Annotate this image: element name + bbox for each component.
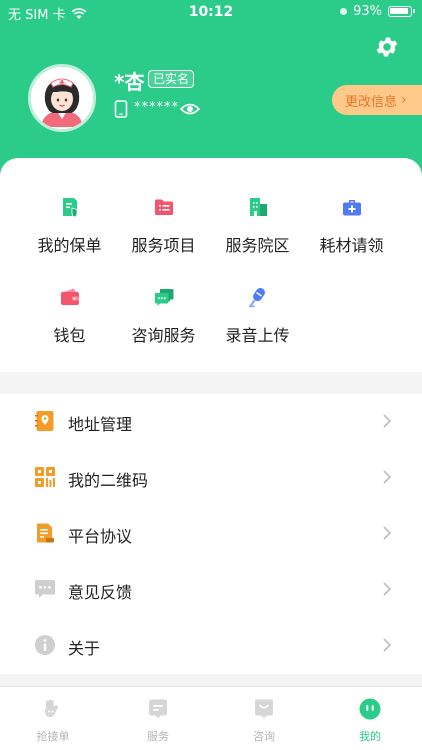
menu-item-address[interactable]: 地址管理 — [0, 394, 422, 450]
tab-label: 抢接单 — [36, 730, 70, 743]
my-icon — [359, 698, 381, 720]
tab-label: 咨询 — [253, 730, 275, 743]
menu-item-label: 意见反馈 — [68, 583, 133, 602]
service-campus[interactable]: 服务院区 — [205, 196, 310, 256]
menu-item-agreement[interactable]: 平台协议 — [0, 506, 422, 562]
menu-item-qrcode[interactable]: 我的二维码 — [0, 450, 422, 506]
phone-number-masked: ****** — [134, 100, 179, 115]
feedback-icon — [35, 580, 55, 598]
chevron-right-icon — [383, 526, 392, 540]
service-label: 我的保单 — [37, 236, 102, 255]
tab-service[interactable]: 服务 — [118, 697, 198, 744]
edit-info-button[interactable]: 更改信息 › — [332, 85, 422, 115]
microphone-icon — [248, 287, 265, 308]
services-card: 我的保单 服务项目 服务院区 耗材请领 钱包 咨询服务 录音上传 — [0, 158, 422, 372]
agreement-icon — [37, 523, 54, 543]
edit-info-label: 更改信息 — [345, 94, 398, 110]
moon-icon — [340, 8, 348, 15]
menu-item-label: 地址管理 — [68, 415, 133, 434]
service-consult[interactable]: 咨询服务 — [111, 286, 216, 346]
chevron-right-icon — [383, 470, 392, 484]
service-icon — [149, 699, 167, 719]
service-label: 服务院区 — [225, 236, 290, 255]
chevron-right-icon — [383, 582, 392, 596]
service-supplies[interactable]: 耗材请领 — [299, 196, 404, 256]
user-name: *杏 — [114, 70, 145, 94]
address-book-icon — [35, 411, 54, 431]
nurse-avatar-illustration — [31, 67, 93, 129]
building-icon — [249, 198, 267, 216]
service-label: 耗材请领 — [319, 236, 384, 255]
avatar[interactable] — [28, 64, 96, 132]
chat-icon — [154, 289, 173, 306]
service-label: 服务项目 — [131, 236, 196, 255]
service-my-policy[interactable]: 我的保单 — [17, 196, 122, 256]
service-label: 钱包 — [53, 326, 86, 345]
service-label: 录音上传 — [225, 326, 290, 345]
tab-mine[interactable]: 我的 — [330, 697, 410, 744]
qr-code-icon — [35, 467, 55, 487]
eye-icon[interactable] — [180, 102, 200, 116]
chevron-right-icon: › — [401, 92, 407, 108]
menu-item-about[interactable]: 关于 — [0, 618, 422, 674]
tab-label: 服务 — [147, 730, 169, 743]
menu-item-label: 关于 — [68, 639, 101, 658]
policy-icon — [62, 198, 77, 218]
menu-item-feedback[interactable]: 意见反馈 — [0, 562, 422, 618]
service-items[interactable]: 服务项目 — [111, 196, 216, 256]
chevron-right-icon — [383, 414, 392, 428]
service-wallet[interactable]: 钱包 — [17, 286, 122, 346]
info-icon — [35, 635, 55, 655]
settings-menu-list: 地址管理 我的二维码 平台协议 意见反馈 关于 — [0, 394, 422, 674]
phone-icon — [114, 100, 128, 118]
tab-grab-order[interactable]: 抢接单 — [13, 697, 93, 744]
grab-order-icon — [45, 699, 59, 717]
service-label: 咨询服务 — [131, 326, 196, 345]
consult-icon — [255, 699, 273, 719]
battery-icon — [388, 6, 415, 17]
battery-percent: 93% — [353, 4, 382, 19]
medical-kit-icon — [342, 200, 361, 216]
tab-label: 我的 — [359, 730, 381, 743]
folder-list-icon — [154, 199, 173, 215]
service-recording-upload[interactable]: 录音上传 — [205, 286, 310, 346]
tab-consult[interactable]: 咨询 — [224, 697, 304, 744]
menu-item-label: 我的二维码 — [68, 471, 149, 490]
chevron-right-icon — [383, 638, 392, 652]
gear-icon[interactable] — [374, 34, 400, 60]
bottom-tab-bar: 抢接单 服务 咨询 我的 — [0, 686, 422, 750]
status-bar: 无 SIM 卡 10:12 93% — [0, 0, 422, 26]
verified-badge: 已实名 — [148, 70, 195, 88]
menu-item-label: 平台协议 — [68, 527, 133, 546]
wallet-icon — [60, 288, 79, 305]
status-right: 93% — [340, 4, 415, 19]
